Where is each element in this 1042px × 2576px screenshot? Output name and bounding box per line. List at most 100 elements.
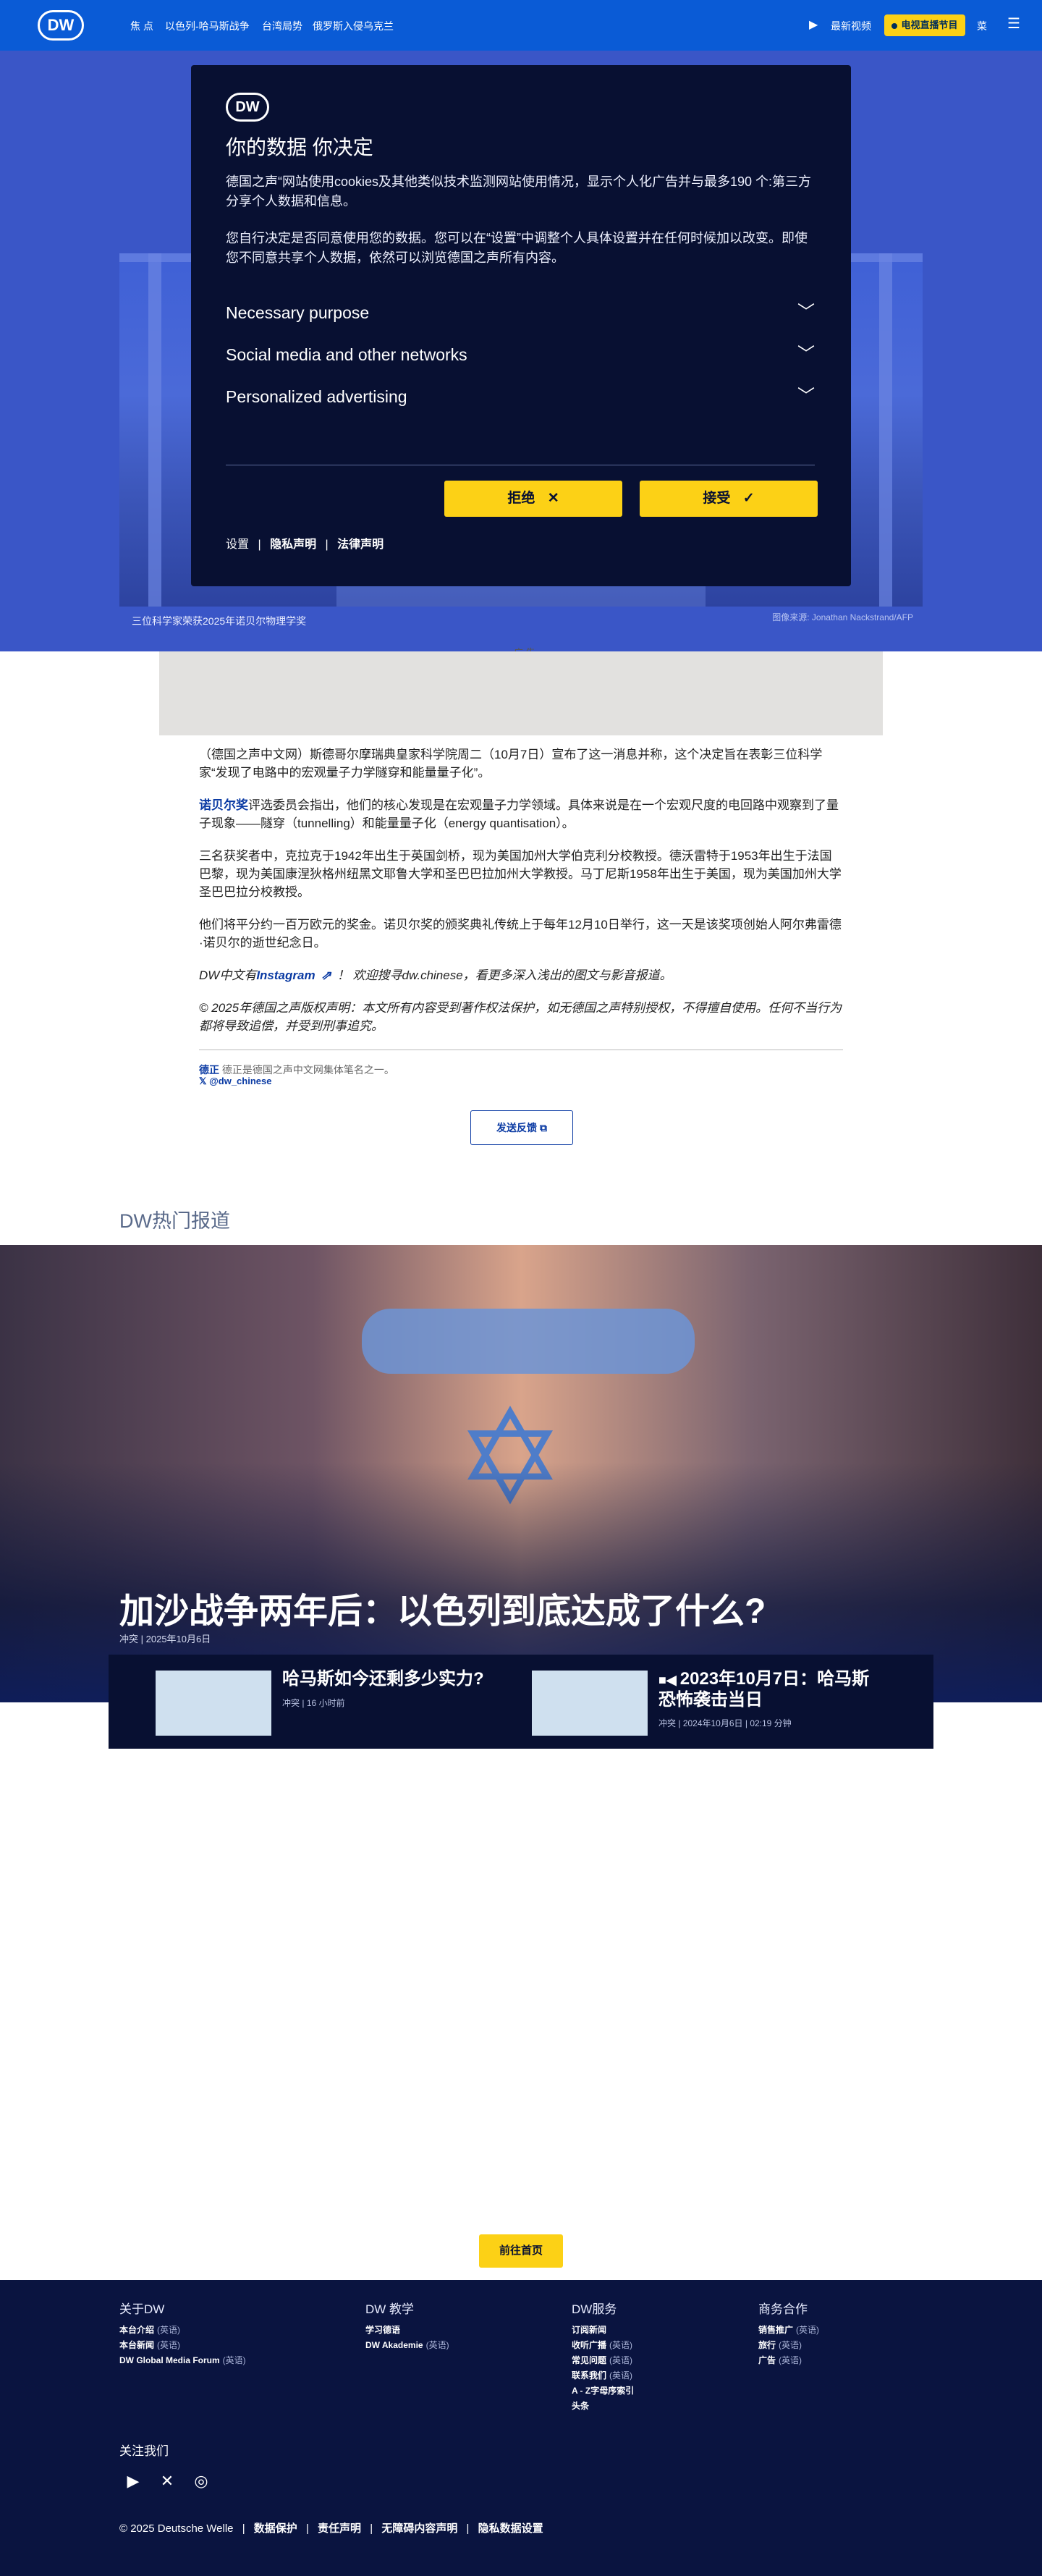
latest-videos-link[interactable]: 最新视频 [831, 19, 871, 33]
hero-caption: 三位科学家荣获2025年诺贝尔物理学奖 [132, 615, 307, 627]
accordion-social[interactable]: Social media and other networks ﹀ [226, 340, 815, 369]
article-paragraph-4: 他们将平分约一百万欧元的奖金。诺贝尔奖的颁奖典礼传统上于每年12月10日举行，这… [199, 918, 842, 950]
nav-focus[interactable]: 焦 点 [130, 19, 153, 33]
face-paint-band [362, 1309, 695, 1374]
site-footer: 关于DW 本台介绍 (英语) 本台新闻 (英语) DW Global Media F… [0, 2280, 1042, 2576]
footer-link-headlines[interactable]: 头条 [572, 2399, 592, 2412]
settings-link[interactable]: 设置 [226, 534, 249, 552]
modal-footer-links: 设置 | 隐私声明 | 法律声明 [226, 534, 384, 552]
accordion-social-label: Social media and other networks [226, 345, 467, 364]
author-name[interactable]: 德正 [199, 1064, 219, 1076]
article-paragraph-2-text: 评选委员会指出，他们的核心发现是在宏观量子力学领域。具体来说是在一个宏观尺度的电… [199, 798, 839, 830]
video-camera-icon: ■◀ [658, 1673, 680, 1687]
footer-link-newsletter[interactable]: 订阅新闻 [572, 2323, 609, 2336]
hamburger-icon[interactable]: ☰ [1007, 14, 1020, 33]
accept-label: 接受 [703, 491, 731, 506]
chevron-down-icon: ﹀ [797, 345, 815, 364]
footer-data-protection[interactable]: 数据保护 [254, 2520, 297, 2535]
footer-liability[interactable]: 责任声明 [318, 2520, 361, 2535]
follow-us-title: 关注我们 [119, 2444, 169, 2458]
footer-link-sales[interactable]: 销售推广 (英语) [758, 2323, 819, 2336]
privacy-link[interactable]: 隐私声明 [270, 534, 316, 552]
chevron-down-icon: ﹀ [797, 387, 815, 406]
footer-col-about-title: 关于DW [119, 2302, 165, 2316]
accept-button[interactable]: 接受 ✓ [640, 481, 818, 517]
modal-dw-logo: DW [226, 93, 269, 122]
chevron-down-icon: ﹀ [797, 303, 815, 322]
reject-label: 拒绝 [507, 491, 535, 506]
article-paragraph-3: 三名获奖者中，克拉克于1942年出生于英国剑桥，现为美国加州大学伯克利分校教授。… [199, 849, 842, 899]
ad-slot [159, 651, 883, 735]
related-meta-2: 冲突 | 2024年10月6日 | 02:19 分钟 [658, 1718, 792, 1728]
footer-col-teaching-title: DW 教学 [365, 2302, 415, 2316]
reject-button[interactable]: 拒绝 ✕ [444, 481, 622, 517]
instagram-link[interactable]: Instagram [256, 968, 315, 982]
related-title-1[interactable]: 哈马斯如今还剩多少实力? [282, 1669, 484, 1689]
instagram-icon[interactable]: ◎ [190, 2470, 213, 2493]
hot-story-meta: 冲突 | 2025年10月6日 [119, 1634, 211, 1644]
article-paragraph-1: （德国之声中文网）斯德哥尔摩瑞典皇家科学院周二（10月7日）宣布了这一消息并称，… [199, 748, 823, 780]
instagram-suffix: ！ 欢迎搜寻dw.chinese，看更多深入浅出的图文与影音报道。 [336, 968, 672, 982]
footer-link-radio[interactable]: 收听广播 (英语) [572, 2339, 632, 2351]
legal-link[interactable]: 法律声明 [337, 534, 384, 552]
nav-taiwan[interactable]: 台湾局势 [262, 19, 302, 33]
footer-link-faq[interactable]: 常见问题 (英语) [572, 2354, 632, 2366]
accordion-necessary-label: Necessary purpose [226, 303, 370, 322]
hot-story-date: 2025年10月6日 [145, 1634, 211, 1644]
footer-link-contact[interactable]: 联系我们 (英语) [572, 2369, 632, 2381]
article-paragraph-2: 诺贝尔奖评选委员会指出，他们的核心发现是在宏观量子力学领域。具体来说是在一个宏观… [199, 796, 843, 832]
footer-link-az-index[interactable]: A - Z字母序索引 [572, 2384, 637, 2396]
modal-paragraph-1: 德国之声“网站使用cookies及其他类似技术监测网站使用情况，显示个人化广告并… [226, 174, 812, 208]
feedback-button[interactable]: 发送反馈 ⧉ [470, 1110, 573, 1145]
close-icon: ✕ [547, 491, 559, 506]
feedback-label: 发送反馈 [496, 1122, 538, 1133]
footer-link-gmf[interactable]: DW Global Media Forum (英语) [119, 2354, 246, 2366]
footer-link-travel[interactable]: 旅行 (英语) [758, 2339, 802, 2351]
footer-link-learn-german[interactable]: 学习德语 [365, 2323, 403, 2336]
live-tv-label: 电视直播节目 [901, 20, 958, 30]
footer-link-advertising[interactable]: 广告 (英语) [758, 2354, 802, 2366]
copyright-notice: © 2025年德国之声版权声明：本文所有内容受到著作权法保护，如无德国之声特别授… [199, 1001, 842, 1033]
accordion-necessary[interactable]: Necessary purpose ﹀ [226, 298, 815, 327]
x-icon[interactable]: ✕ [156, 2470, 179, 2493]
footer-copyright: © 2025 Deutsche Welle [119, 2522, 234, 2535]
check-icon: ✓ [742, 491, 755, 506]
video-icon: ▶ [809, 19, 818, 31]
related-title-2[interactable]: ■◀ 2023年10月7日：哈马斯 恐怖袭击当日 [658, 1669, 869, 1710]
nav-ukraine[interactable]: 俄罗斯入侵乌克兰 [313, 19, 394, 33]
related-thumb-2[interactable] [532, 1671, 648, 1736]
copy-icon: ⧉ [539, 1122, 547, 1133]
nav-israel-hamas[interactable]: 以色列-哈马斯战争 [165, 19, 250, 33]
accordion-advertising[interactable]: Personalized advertising ﹀ [226, 382, 815, 411]
hot-story-title[interactable]: 加沙战争两年后：以色列到底达成了什么? [119, 1582, 766, 1633]
live-dot-icon [891, 22, 898, 29]
modal-title: 你的数据 你决定 [226, 136, 373, 159]
go-home-button[interactable]: 前往首页 [479, 2234, 563, 2268]
author-byline: 德正 德正是德国之声中文网集体笔名之一。 [199, 1063, 394, 1077]
language-menu[interactable]: 菜 [977, 19, 987, 33]
instagram-promo: DW中文有Instagram ⇗ ！ 欢迎搜寻dw.chinese，看更多深入浅出的… [199, 966, 843, 984]
youtube-icon[interactable]: ▶ [122, 2470, 145, 2493]
footer-col-services-title: DW服务 [572, 2302, 617, 2316]
footer-link-about-news[interactable]: 本台新闻 (英语) [119, 2339, 180, 2351]
footer-privacy-settings[interactable]: 隐私数据设置 [478, 2520, 543, 2535]
instagram-prefix: DW中文有 [199, 968, 257, 982]
external-link-icon: ⇗ [321, 968, 331, 982]
hot-section-title: DW热门报道 [119, 1210, 230, 1232]
related-thumb-1[interactable] [156, 1671, 271, 1736]
x-icon: 𝕏 [199, 1076, 210, 1086]
dw-logo[interactable]: DW [38, 10, 84, 41]
author-description: 德正是德国之声中文网集体笔名之一。 [221, 1064, 394, 1076]
footer-col-business-title: 商务合作 [758, 2302, 808, 2316]
nobel-prize-link[interactable]: 诺贝尔奖 [199, 798, 248, 812]
related-meta-1: 冲突 | 16 小时前 [282, 1698, 345, 1708]
footer-link-akademie[interactable]: DW Akademie (英语) [365, 2339, 449, 2351]
footer-link-about-intro[interactable]: 本台介绍 (英语) [119, 2323, 180, 2336]
author-twitter-handle: @dw_chinese [209, 1076, 272, 1086]
hot-story-tag[interactable]: 冲突 [119, 1634, 138, 1644]
related-stories: 哈马斯如今还剩多少实力? 冲突 | 16 小时前 ■◀ 2023年10月7日：哈… [109, 1655, 933, 1749]
footer-accessibility[interactable]: 无障碍内容声明 [381, 2520, 457, 2535]
live-tv-button[interactable]: 电视直播节目 [884, 14, 965, 36]
author-twitter[interactable]: 𝕏 @dw_chinese [199, 1076, 271, 1087]
site-header: DW 焦 点 以色列-哈马斯战争 台湾局势 俄罗斯入侵乌克兰 ▶ 最新视频 电视… [0, 0, 1042, 51]
